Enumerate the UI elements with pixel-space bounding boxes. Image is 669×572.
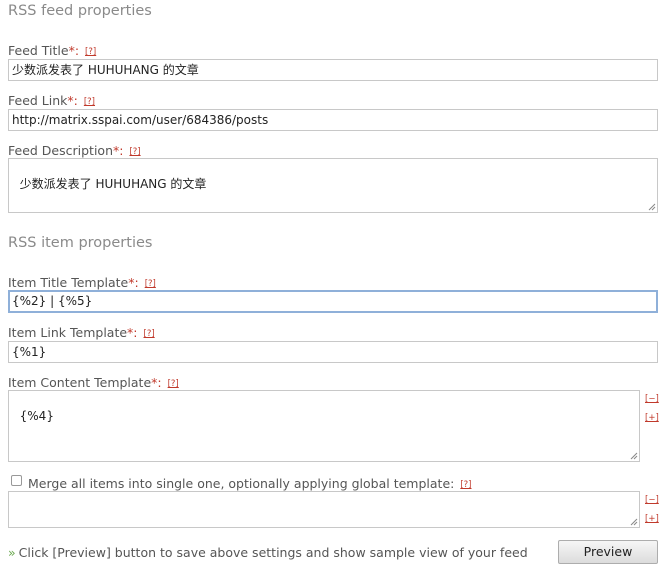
content-shrink-button[interactable]: [−] — [645, 394, 659, 404]
item-content-template-textarea[interactable]: {%4} — [8, 390, 640, 462]
feed-description-help-link[interactable]: [?] — [129, 147, 140, 157]
item-title-template-help-link[interactable]: [?] — [145, 279, 156, 289]
global-template-textarea[interactable] — [8, 491, 640, 528]
feed-section-title: RSS feed properties — [8, 3, 152, 19]
merge-help-link[interactable]: [?] — [460, 480, 471, 490]
resize-grip-icon[interactable] — [647, 202, 656, 211]
required-mark: *: — [151, 375, 162, 390]
global-shrink-button[interactable]: [−] — [645, 495, 659, 505]
required-mark: *: — [113, 143, 124, 158]
item-link-template-input[interactable]: {%1} — [8, 341, 658, 363]
merge-items-label: Merge all items into single one, optiona… — [28, 476, 472, 491]
item-content-template-label: Item Content Template*: [?] — [8, 375, 179, 390]
resize-grip-icon[interactable] — [629, 517, 638, 526]
feed-link-help-link[interactable]: [?] — [84, 97, 95, 107]
content-expand-button[interactable]: [+] — [645, 413, 659, 423]
feed-link-input[interactable]: http://matrix.sspai.com/user/684386/post… — [8, 109, 658, 131]
preview-button[interactable]: Preview — [558, 540, 658, 564]
required-mark: *: — [68, 43, 80, 58]
feed-link-label: Feed Link*: [?] — [8, 93, 96, 108]
item-link-template-label: Item Link Template*: [?] — [8, 325, 155, 340]
global-expand-button[interactable]: [+] — [645, 514, 659, 524]
item-section-title: RSS item properties — [8, 235, 153, 251]
merge-items-checkbox[interactable] — [11, 475, 22, 486]
item-title-template-label: Item Title Template*: [?] — [8, 275, 156, 290]
preview-hint: » Click [Preview] button to save above se… — [8, 545, 528, 560]
required-mark: *: — [67, 93, 78, 108]
item-content-template-help-link[interactable]: [?] — [168, 379, 179, 389]
feed-title-label: Feed Title*: [?] — [8, 43, 97, 58]
hint-arrow-icon: » — [8, 545, 16, 560]
required-mark: *: — [128, 275, 139, 290]
feed-title-help-link[interactable]: [?] — [85, 47, 96, 57]
item-title-template-input[interactable]: {%2} | {%5} — [8, 290, 658, 313]
required-mark: *: — [127, 325, 138, 340]
feed-title-input[interactable]: 少数派发表了 HUHUHANG 的文章 — [8, 59, 658, 81]
feed-description-label: Feed Description*: [?] — [8, 143, 141, 158]
item-link-template-help-link[interactable]: [?] — [144, 329, 155, 339]
resize-grip-icon[interactable] — [629, 451, 638, 460]
feed-description-textarea[interactable]: 少数派发表了 HUHUHANG 的文章 — [8, 158, 658, 213]
